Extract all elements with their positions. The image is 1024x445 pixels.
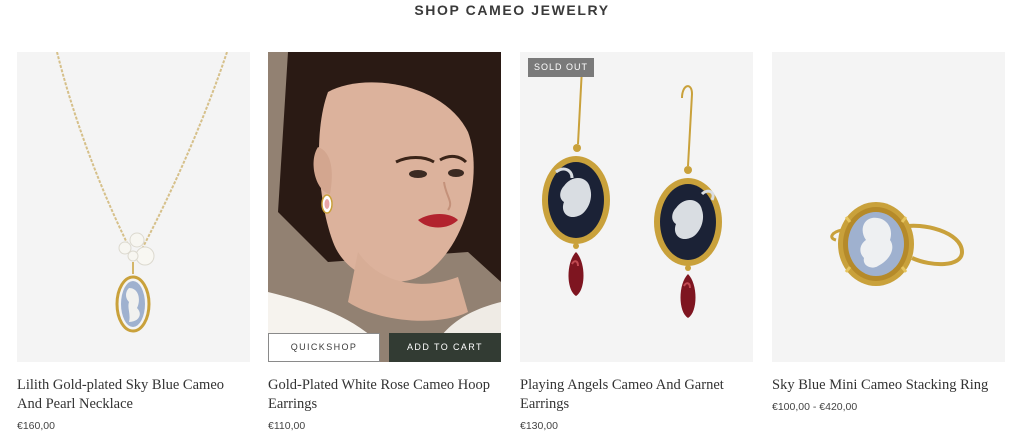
card-actions: QUICKSHOP ADD TO CART [268, 333, 501, 362]
sold-out-badge: SOLD OUT [528, 58, 595, 77]
product-name[interactable]: Gold-Plated White Rose Cameo Hoop Earrin… [268, 376, 501, 414]
product-price: €130,00 [520, 420, 558, 432]
product-card[interactable]: QUICKSHOP ADD TO CART Gold-Plated White … [268, 52, 501, 432]
product-image-earrings[interactable]: QUICKSHOP ADD TO CART [268, 52, 501, 362]
add-to-cart-button[interactable]: ADD TO CART [389, 333, 501, 362]
quickshop-button[interactable]: QUICKSHOP [268, 333, 380, 362]
model-photo-image [268, 52, 501, 362]
product-name[interactable]: Sky Blue Mini Cameo Stacking Ring [772, 376, 1005, 395]
angel-earrings-image [520, 52, 753, 362]
necklace-image [17, 52, 250, 362]
product-card[interactable]: SOLD OUT Playing Angels Cameo And Garnet… [520, 52, 753, 432]
product-name[interactable]: Lilith Gold-plated Sky Blue Cameo And Pe… [17, 376, 250, 414]
product-name[interactable]: Playing Angels Cameo And Garnet Earrings [520, 376, 753, 414]
product-card[interactable]: Sky Blue Mini Cameo Stacking Ring €100,0… [772, 52, 1005, 413]
product-image-necklace[interactable] [17, 52, 250, 362]
product-price: €100,00 - €420,00 [772, 401, 858, 413]
product-price: €160,00 [17, 420, 55, 432]
product-card[interactable]: Lilith Gold-plated Sky Blue Cameo And Pe… [17, 52, 250, 432]
product-image-ring[interactable] [772, 52, 1005, 362]
product-image-angel-earrings[interactable]: SOLD OUT [520, 52, 753, 362]
cameo-ring-image [772, 52, 1005, 362]
section-title: SHOP CAMEO JEWELRY [414, 2, 610, 18]
product-price: €110,00 [268, 420, 306, 432]
